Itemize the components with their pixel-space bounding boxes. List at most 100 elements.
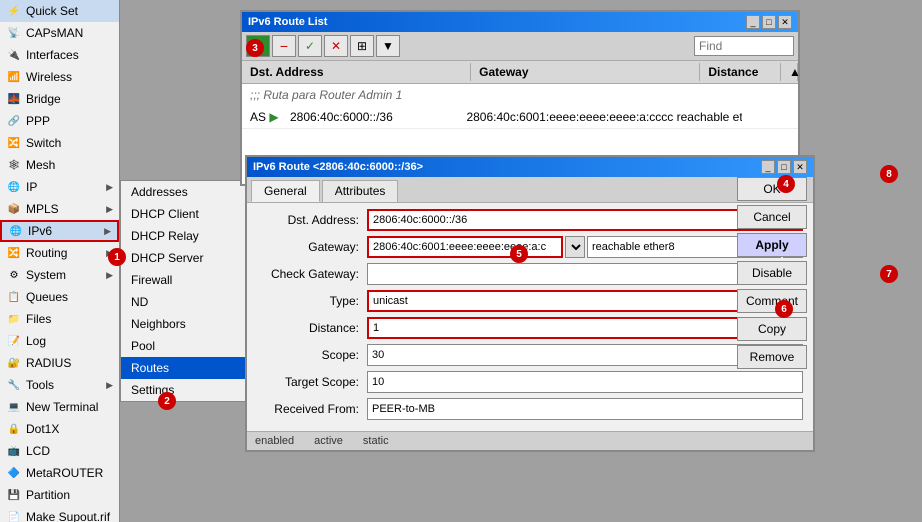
check-gateway-row: Check Gateway: <box>257 263 803 285</box>
sidebar-item-log[interactable]: 📝 Log <box>0 330 119 352</box>
sidebar-item-queues[interactable]: 📋 Queues <box>0 286 119 308</box>
received-from-input[interactable] <box>367 398 803 420</box>
edit-maximize-button[interactable]: □ <box>777 160 791 174</box>
copy-button[interactable]: ⊞ <box>350 35 374 57</box>
sidebar-item-makesupout[interactable]: 📄 Make Supout.rif <box>0 506 119 522</box>
type-input[interactable] <box>367 290 783 312</box>
cancel-mark-button[interactable]: ✕ <box>324 35 348 57</box>
tab-general[interactable]: General <box>251 180 320 202</box>
sidebar-label-mesh: Mesh <box>26 158 55 172</box>
edit-minimize-button[interactable]: _ <box>761 160 775 174</box>
target-scope-label: Target Scope: <box>257 375 367 389</box>
sidebar-item-wireless[interactable]: 📶 Wireless <box>0 66 119 88</box>
remove-button[interactable]: Remove <box>737 345 807 369</box>
route-edit-window: IPv6 Route <2806:40c:6000::/36> _ □ ✕ Ge… <box>245 155 815 452</box>
sidebar-item-dot1x[interactable]: 🔒 Dot1X <box>0 418 119 440</box>
search-input[interactable] <box>694 36 794 56</box>
partition-icon: 💾 <box>6 487 22 503</box>
gateway-select[interactable]: ▼ <box>565 236 585 258</box>
tab-attributes[interactable]: Attributes <box>322 180 399 202</box>
sidebar-item-mesh[interactable]: 🕸 Mesh <box>0 154 119 176</box>
interfaces-icon: 🔌 <box>6 47 22 63</box>
routing-icon: 🔀 <box>6 245 22 261</box>
submenu-dhcpserver[interactable]: DHCP Server <box>121 247 259 269</box>
sidebar-item-metarouter[interactable]: 🔷 MetaROUTER <box>0 462 119 484</box>
sidebar-item-tools[interactable]: 🔧 Tools ▶ <box>0 374 119 396</box>
switch-icon: 🔀 <box>6 135 22 151</box>
apply-button[interactable]: Apply <box>737 233 807 257</box>
newterminal-icon: 💻 <box>6 399 22 415</box>
target-scope-input[interactable] <box>367 371 803 393</box>
distance-label: Distance: <box>257 321 367 335</box>
dst-address-row: Dst. Address: <box>257 209 803 231</box>
submenu-settings[interactable]: Settings <box>121 379 259 401</box>
check-button[interactable]: ✓ <box>298 35 322 57</box>
table-row[interactable]: AS ▶ 2806:40c:6000::/36 2806:40c:6001:ee… <box>242 106 798 129</box>
makesupout-icon: 📄 <box>6 509 22 522</box>
sidebar-label-radius: RADIUS <box>26 356 71 370</box>
route-edit-title: IPv6 Route <2806:40c:6000::/36> <box>253 161 423 173</box>
edit-content: General Attributes Dst. Address: Gateway… <box>247 177 813 450</box>
sidebar-item-capsman[interactable]: 📡 CAPsMAN <box>0 22 119 44</box>
sidebar-item-ppp[interactable]: 🔗 PPP <box>0 110 119 132</box>
route-dst: 2806:40c:6000::/36 <box>282 108 458 126</box>
sidebar-label-dot1x: Dot1X <box>26 422 59 436</box>
sidebar-item-files[interactable]: 📁 Files <box>0 308 119 330</box>
copy-button-action[interactable]: Copy <box>737 317 807 341</box>
sidebar-item-system[interactable]: ⚙ System ▶ <box>0 264 119 286</box>
submenu-routes[interactable]: Routes <box>121 357 259 379</box>
filter-button[interactable]: ▼ <box>376 35 400 57</box>
sidebar-label-mpls: MPLS <box>26 202 59 216</box>
submenu-dhcpclient[interactable]: DHCP Client <box>121 203 259 225</box>
sidebar-label-quickset: Quick Set <box>26 4 78 18</box>
sidebar-item-quickset[interactable]: ⚡ Quick Set <box>0 0 119 22</box>
remove-route-button[interactable]: − <box>272 35 296 57</box>
badge-7: 7 <box>880 265 898 283</box>
sidebar-label-system: System <box>26 268 66 282</box>
system-icon: ⚙ <box>6 267 22 283</box>
sidebar-item-mpls[interactable]: 📦 MPLS ▶ <box>0 198 119 220</box>
distance-input[interactable] <box>367 317 787 339</box>
mpls-arrow: ▶ <box>106 204 113 215</box>
sidebar-item-ipv6[interactable]: 🌐 IPv6 ▶ <box>0 220 119 242</box>
close-button[interactable]: ✕ <box>778 15 792 29</box>
sidebar-label-queues: Queues <box>26 290 68 304</box>
submenu-pool[interactable]: Pool <box>121 335 259 357</box>
edit-close-button[interactable]: ✕ <box>793 160 807 174</box>
dst-address-label: Dst. Address: <box>257 213 367 227</box>
submenu-dhcprelay[interactable]: DHCP Relay <box>121 225 259 247</box>
sidebar-item-bridge[interactable]: 🌉 Bridge <box>0 88 119 110</box>
badge-3: 3 <box>246 39 264 57</box>
submenu-label-pool: Pool <box>131 339 155 353</box>
submenu-nd[interactable]: ND <box>121 291 259 313</box>
submenu-label-dhcprelay: DHCP Relay <box>131 229 199 243</box>
sidebar-item-routing[interactable]: 🔀 Routing ▶ <box>0 242 119 264</box>
radius-icon: 🔐 <box>6 355 22 371</box>
gateway-input[interactable] <box>367 236 563 258</box>
cancel-button[interactable]: Cancel <box>737 205 807 229</box>
disable-button[interactable]: Disable <box>737 261 807 285</box>
distance-row: Distance: ▲ ▼ <box>257 317 803 339</box>
sidebar-label-tools: Tools <box>26 378 54 392</box>
sidebar-label-newterminal: New Terminal <box>26 400 98 414</box>
sidebar-item-switch[interactable]: 🔀 Switch <box>0 132 119 154</box>
minimize-button[interactable]: _ <box>746 15 760 29</box>
ok-button[interactable]: OK <box>737 177 807 201</box>
sidebar-item-interfaces[interactable]: 🔌 Interfaces <box>0 44 119 66</box>
sidebar-label-wireless: Wireless <box>26 70 72 84</box>
comment-button[interactable]: Comment <box>737 289 807 313</box>
sidebar-item-ip[interactable]: 🌐 IP ▶ <box>0 176 119 198</box>
sidebar: ⚡ Quick Set 📡 CAPsMAN 🔌 Interfaces 📶 Wir… <box>0 0 120 522</box>
badge-8: 8 <box>880 165 898 183</box>
maximize-button[interactable]: □ <box>762 15 776 29</box>
sidebar-item-lcd[interactable]: 📺 LCD <box>0 440 119 462</box>
tools-icon: 🔧 <box>6 377 22 393</box>
mpls-icon: 📦 <box>6 201 22 217</box>
sidebar-item-partition[interactable]: 💾 Partition <box>0 484 119 506</box>
sidebar-item-radius[interactable]: 🔐 RADIUS <box>0 352 119 374</box>
submenu-addresses[interactable]: Addresses <box>121 181 259 203</box>
status-bar: enabled active static <box>247 431 813 450</box>
submenu-neighbors[interactable]: Neighbors <box>121 313 259 335</box>
sidebar-item-newterminal[interactable]: 💻 New Terminal <box>0 396 119 418</box>
submenu-firewall[interactable]: Firewall <box>121 269 259 291</box>
